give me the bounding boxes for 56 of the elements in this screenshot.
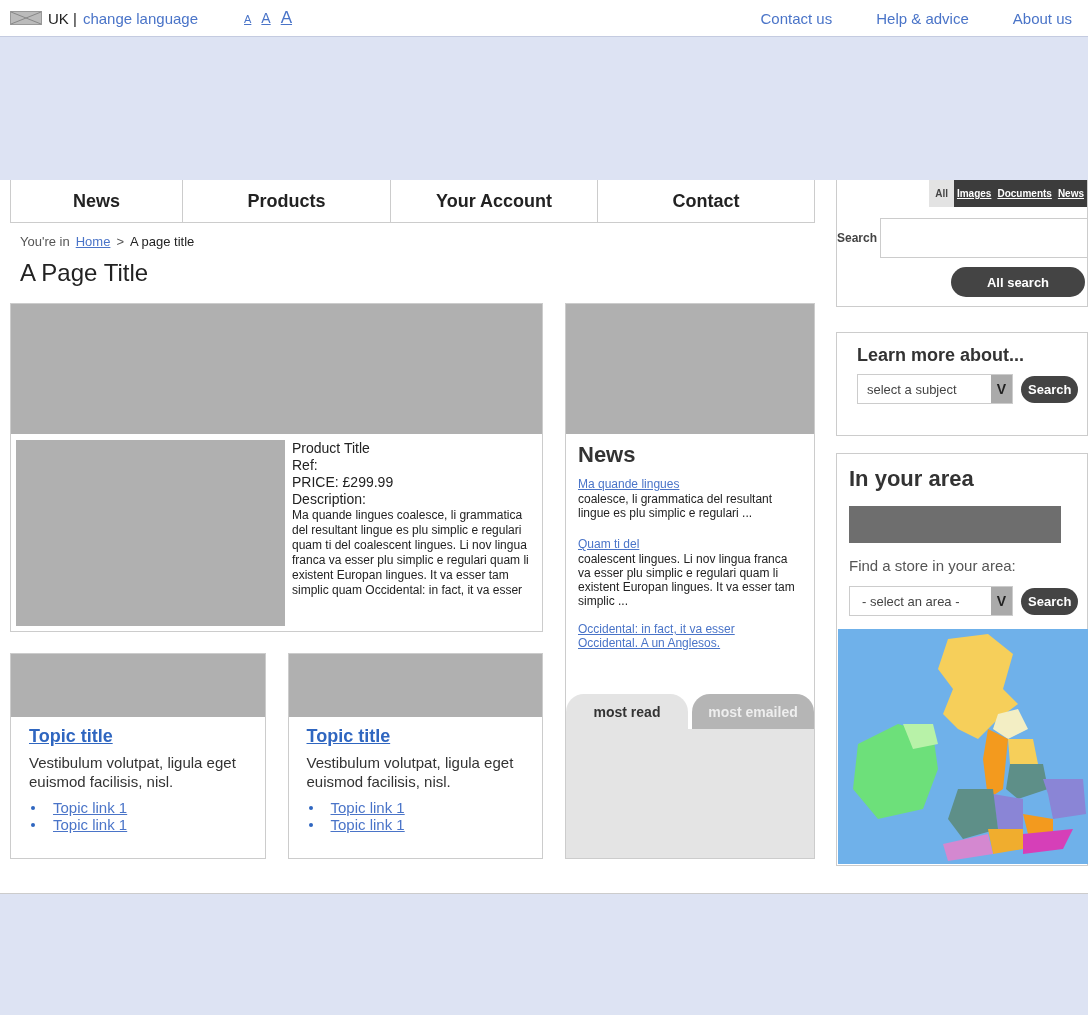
nav-item[interactable]: News [11,180,183,222]
breadcrumb-separator: > [116,234,124,249]
news-link[interactable]: Quam ti del [578,537,640,551]
bullet-icon [31,822,35,827]
top-link[interactable]: Help & advice [876,9,969,27]
search-label: Search [837,231,878,245]
topic-text: Vestibulum volutpat, ligula eget euismod facilisis, nisl. [29,753,237,791]
topic-title[interactable]: Topic title [306,726,391,746]
topic-title[interactable]: Topic title [29,726,113,746]
breadcrumb-current: A page title [130,234,195,249]
bullet-icon [31,805,35,810]
news-text: coalescent lingues. Li nov lingua franca va esser plu simplic e regulari quam li existent Europan lingues. It va esser tam simplic ... [578,552,796,608]
product-detail: Product Title [292,440,371,457]
country-label: UK | [48,9,77,27]
search-tab[interactable]: News [1054,180,1087,207]
area-heading: In your area [849,466,975,492]
bullet-icon [308,805,313,810]
topic-link[interactable]: Topic link 1 [330,799,405,816]
learn-more-heading: Learn more about... [857,345,1026,366]
nav-item[interactable]: Products [183,180,391,222]
nav-item[interactable]: Contact [598,180,814,222]
flag-icon [10,11,42,25]
news-text: coalesce, li grammatica del resultant lingue es plu simplic e regulari ... [578,492,774,520]
news-link[interactable]: Occidental: in fact, it va esser Occidental. A un Anglesos. [578,622,768,650]
breadcrumb-link[interactable]: Home [75,234,111,249]
search-tab[interactable]: Images [953,180,995,207]
all-search-button[interactable]: All search [951,267,1085,297]
topic-link[interactable]: Topic link 1 [330,816,405,833]
search-button[interactable]: Search [1021,587,1079,615]
breadcrumb-prefix: You're in [20,234,70,249]
nav-item[interactable]: Your Account [391,180,598,222]
search-tab[interactable]: All [929,180,954,207]
product-description: Ma quande lingues coalesce, li grammatica del resultant lingue es plu simplic e regulari quam ti del coalescent lingues. Li nov lingua franca va esser plu simplic e regulari quam li existent Europan lingues. It va esser tam simplic quam Occidental: in fact, it va esser [292,508,530,598]
top-link[interactable]: Contact us [760,9,833,27]
bullet-icon [308,822,313,827]
store-prompt: Find a store in your area: [849,557,1017,574]
product-detail: Ref: [292,457,319,474]
topic-link[interactable]: Topic link 1 [53,816,128,833]
list-tab[interactable]: most read [566,694,688,729]
search-button[interactable]: Search [1021,375,1079,403]
subject-dropdown[interactable]: select a subject V [857,374,1013,404]
text-size-link[interactable]: A [244,13,252,25]
change-language-link[interactable]: change language [82,9,198,27]
area-dropdown[interactable]: - select an area - V [849,586,1013,616]
product-detail: Description: [292,491,367,508]
text-size-link[interactable]: A [261,10,271,26]
text-size-link[interactable]: A [280,8,293,28]
topic-text: Vestibulum volutpat, ligula eget euismod facilisis, nisl. [306,753,515,791]
search-tab[interactable]: Documents [994,180,1055,207]
product-detail: PRICE: £299.99 [292,474,395,491]
page-title: A Page Title [20,259,150,288]
top-link[interactable]: About us [1012,9,1072,27]
topic-link[interactable]: Topic link 1 [53,799,128,816]
search-field[interactable] [880,218,1088,258]
news-link[interactable]: Ma quande lingues [578,477,680,491]
news-heading: News [578,442,637,468]
